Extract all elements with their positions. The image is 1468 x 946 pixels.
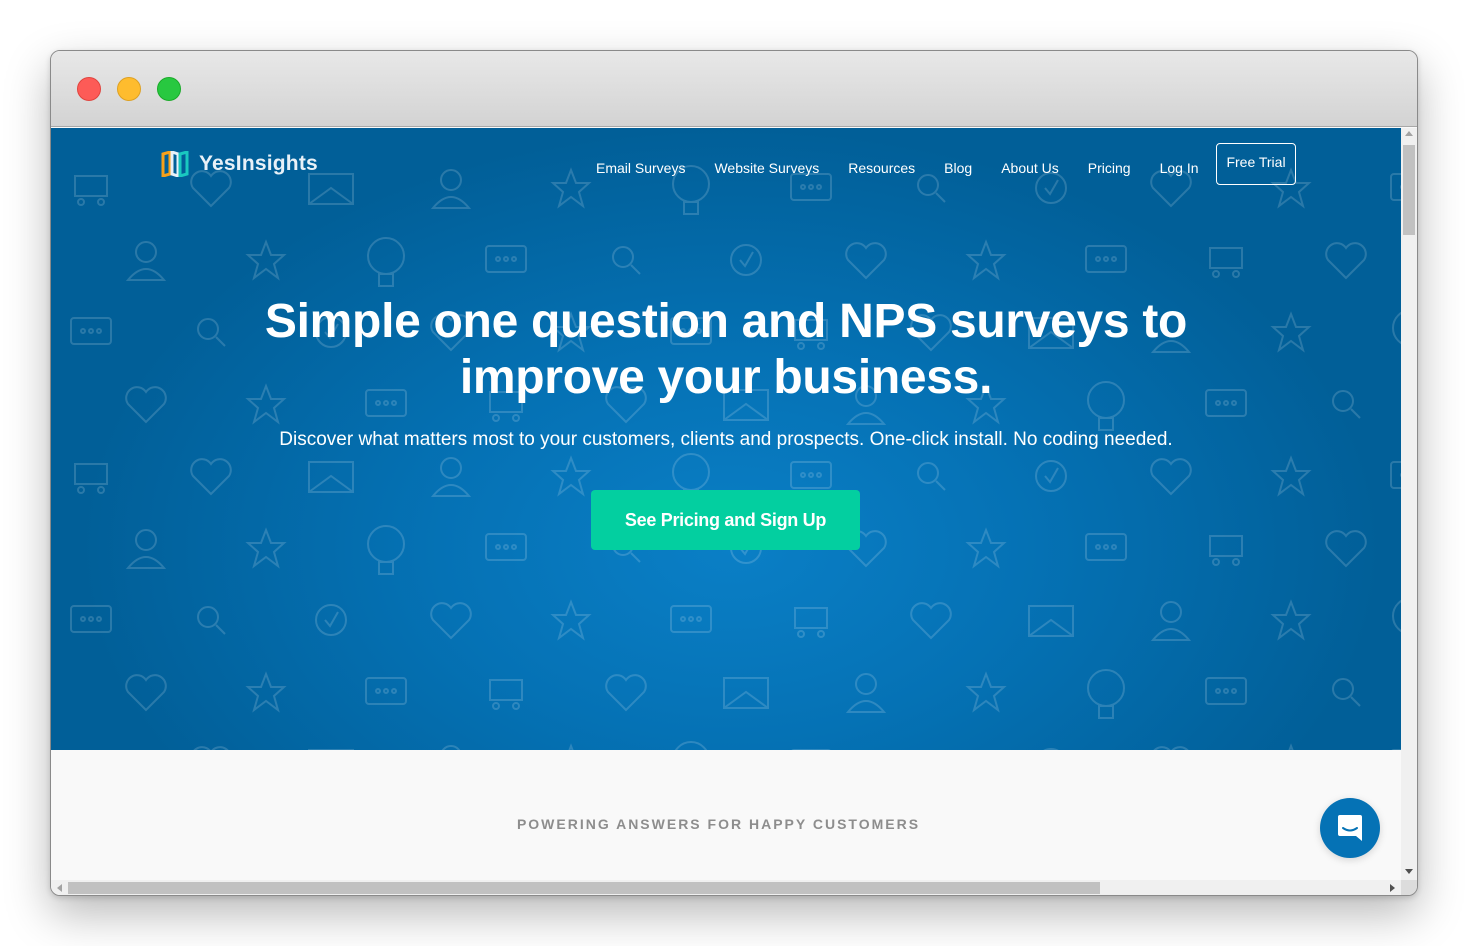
scroll-right-arrow-icon[interactable]	[1390, 884, 1395, 892]
hero-headline: Simple one question and NPS surveys to i…	[51, 294, 1401, 406]
chat-launcher-button[interactable]	[1320, 798, 1380, 858]
title-bar	[51, 51, 1417, 127]
headline-line-2: improve your business.	[459, 351, 993, 404]
page-viewport: YesInsights Email Surveys Website Survey…	[51, 128, 1401, 880]
nav-about-us[interactable]: About Us	[1001, 160, 1059, 176]
scrollbar-corner	[1401, 880, 1417, 895]
nav-resources[interactable]: Resources	[848, 160, 915, 176]
chat-bubble-smile-icon	[1338, 815, 1362, 841]
scroll-down-arrow-icon[interactable]	[1405, 869, 1413, 874]
nav-website-surveys[interactable]: Website Surveys	[714, 160, 819, 176]
vertical-scrollbar[interactable]	[1401, 128, 1417, 880]
browser-window: YesInsights Email Surveys Website Survey…	[50, 50, 1418, 896]
vertical-scroll-thumb[interactable]	[1403, 145, 1415, 235]
nav-log-in[interactable]: Log In	[1160, 160, 1199, 176]
headline-line-1: Simple one question and NPS surveys to	[264, 295, 1188, 348]
hero-section: YesInsights Email Surveys Website Survey…	[51, 128, 1401, 750]
powering-label: POWERING ANSWERS FOR HAPPY CUSTOMERS	[516, 816, 921, 832]
scroll-left-arrow-icon[interactable]	[57, 884, 62, 892]
main-nav: Email Surveys Website Surveys Resources …	[596, 160, 1228, 176]
nav-blog[interactable]: Blog	[944, 160, 972, 176]
maximize-window-button[interactable]	[157, 77, 181, 101]
logo-book-icon	[161, 151, 189, 177]
logo[interactable]: YesInsights	[161, 151, 318, 177]
horizontal-scrollbar[interactable]	[51, 880, 1401, 895]
scroll-up-arrow-icon[interactable]	[1405, 131, 1413, 136]
horizontal-scroll-thumb[interactable]	[68, 882, 1100, 894]
see-pricing-sign-up-button[interactable]: See Pricing and Sign Up	[591, 490, 860, 550]
minimize-window-button[interactable]	[117, 77, 141, 101]
close-window-button[interactable]	[77, 77, 101, 101]
logo-text: YesInsights	[199, 152, 318, 175]
nav-email-surveys[interactable]: Email Surveys	[596, 160, 685, 176]
free-trial-button[interactable]: Free Trial	[1216, 143, 1296, 185]
hero-subheadline: Discover what matters most to your custo…	[279, 429, 1173, 450]
nav-pricing[interactable]: Pricing	[1088, 160, 1131, 176]
